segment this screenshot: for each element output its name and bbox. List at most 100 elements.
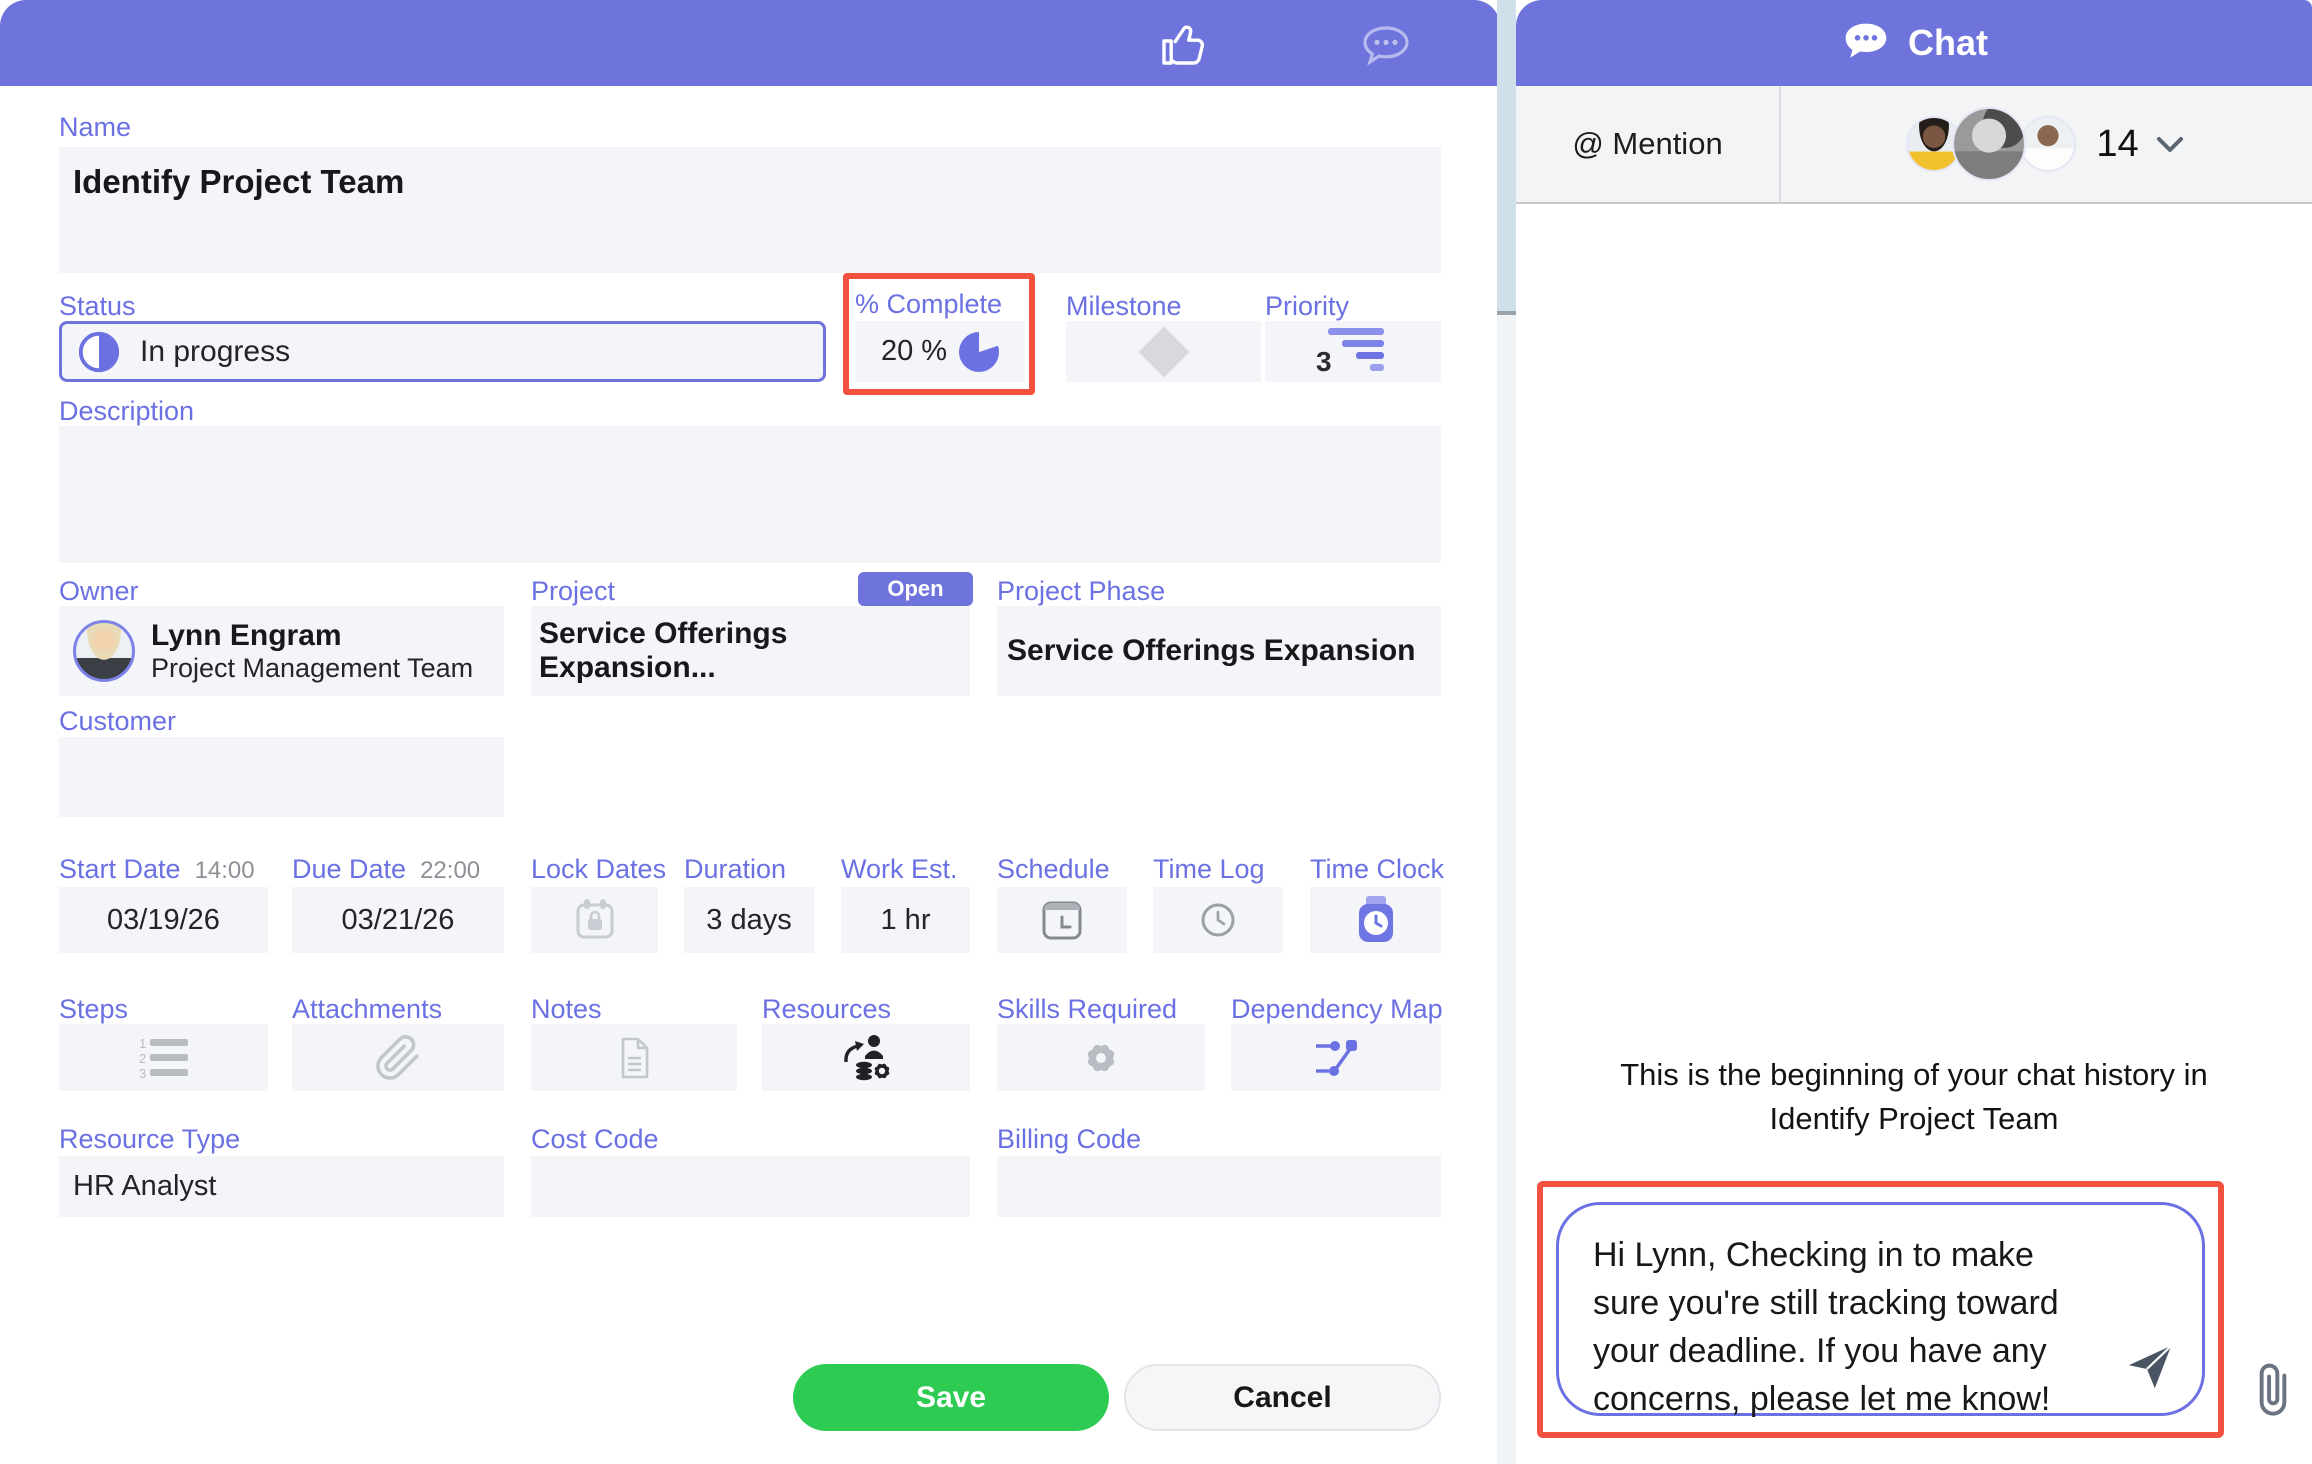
cost-code-field[interactable]: [531, 1156, 970, 1217]
pie-chart-icon: [959, 332, 999, 372]
resources-label: Resources: [762, 994, 891, 1025]
owner-field[interactable]: Lynn Engram Project Management Team: [59, 606, 504, 696]
chat-history-intro-line2: Identify Project Team: [1516, 1097, 2312, 1141]
duration-value: 3 days: [706, 904, 791, 937]
chat-panel-header: Chat: [1516, 0, 2312, 86]
customer-label: Customer: [59, 706, 176, 737]
chat-history-intro-line1: This is the beginning of your chat histo…: [1516, 1053, 2312, 1097]
punch-clock-icon: [1350, 894, 1402, 946]
attach-file-icon[interactable]: [2248, 1358, 2298, 1424]
resource-type-label: Resource Type: [59, 1124, 240, 1155]
notes-label: Notes: [531, 994, 602, 1025]
status-value: In progress: [140, 335, 290, 369]
owner-name: Lynn Engram: [151, 619, 473, 653]
chevron-down-icon: [2153, 132, 2187, 156]
project-value: Service Offerings Expansion...: [539, 617, 970, 685]
resource-type-value: HR Analyst: [73, 1170, 216, 1203]
resources-icon: [838, 1032, 894, 1084]
milestone-field[interactable]: [1066, 321, 1261, 382]
schedule-calendar-icon: [1037, 895, 1087, 945]
chat-panel: Chat @ Mention 14 This is the beginning …: [1516, 0, 2312, 1464]
status-field[interactable]: In progress: [59, 321, 826, 382]
numbered-list-icon: 1 2 3: [133, 1034, 195, 1082]
attachments-field[interactable]: [292, 1024, 504, 1091]
message-input[interactable]: Hi Lynn, Checking in to make sure you're…: [1556, 1202, 2205, 1416]
status-half-circle-icon: [76, 329, 122, 375]
due-date-value: 03/21/26: [342, 904, 455, 937]
priority-value: 3: [1316, 346, 1332, 378]
time-log-label: Time Log: [1153, 854, 1265, 885]
project-phase-field[interactable]: Service Offerings Expansion: [997, 606, 1441, 696]
billing-code-field[interactable]: [997, 1156, 1441, 1217]
participant-avatar-2: [1952, 107, 2026, 181]
steps-label: Steps: [59, 994, 128, 1025]
project-status-badge: Open: [858, 572, 973, 606]
project-phase-value: Service Offerings Expansion: [1007, 634, 1415, 668]
mention-button[interactable]: @ Mention: [1516, 86, 1781, 202]
panel-scrollbar[interactable]: [1497, 0, 1516, 1464]
customer-field[interactable]: [59, 737, 504, 817]
lock-dates-label: Lock Dates: [531, 854, 666, 885]
duration-label: Duration: [684, 854, 786, 885]
duration-field[interactable]: 3 days: [684, 887, 814, 953]
chat-bubble-icon: [1840, 19, 1892, 67]
percent-complete-label: % Complete: [855, 289, 1002, 320]
time-log-field[interactable]: [1153, 887, 1283, 953]
chat-title: Chat: [1908, 22, 1988, 64]
lock-dates-field[interactable]: [531, 887, 658, 953]
due-date-time: 22:00: [420, 857, 480, 884]
start-date-value: 03/19/26: [107, 904, 220, 937]
schedule-field[interactable]: [997, 887, 1127, 953]
start-date-label: Start Date14:00: [59, 854, 255, 885]
message-draft-text: Hi Lynn, Checking in to make sure you're…: [1593, 1236, 2059, 1418]
owner-label: Owner: [59, 576, 139, 607]
skills-required-label: Skills Required: [997, 994, 1177, 1025]
work-est-field[interactable]: 1 hr: [841, 887, 970, 953]
gear-icon: [1077, 1034, 1125, 1082]
task-panel-header: [0, 0, 1500, 86]
due-date-field[interactable]: 03/21/26: [292, 887, 504, 953]
percent-complete-value: 20 %: [881, 335, 947, 368]
milestone-diamond-icon: [1138, 326, 1189, 377]
dependency-map-icon-field[interactable]: [1231, 1024, 1441, 1091]
skills-required-field[interactable]: [997, 1024, 1205, 1091]
svg-text:1: 1: [139, 1036, 146, 1051]
svg-text:2: 2: [139, 1051, 146, 1066]
percent-complete-field[interactable]: 20 %: [855, 321, 1025, 382]
status-label: Status: [59, 291, 136, 322]
steps-field[interactable]: 1 2 3: [59, 1024, 268, 1091]
project-phase-label: Project Phase: [997, 576, 1165, 607]
cancel-button[interactable]: Cancel: [1124, 1364, 1441, 1431]
schedule-label: Schedule: [997, 854, 1110, 885]
name-value: Identify Project Team: [73, 163, 404, 201]
cost-code-label: Cost Code: [531, 1124, 659, 1155]
participants-button[interactable]: 14: [1781, 86, 2312, 202]
message-input-highlight: Hi Lynn, Checking in to make sure you're…: [1537, 1181, 2224, 1438]
owner-avatar: [73, 620, 135, 682]
participant-avatar-3: [2020, 116, 2076, 172]
notes-field[interactable]: [531, 1024, 737, 1091]
save-button[interactable]: Save: [793, 1364, 1109, 1431]
resources-field[interactable]: [762, 1024, 970, 1091]
start-date-field[interactable]: 03/19/26: [59, 887, 268, 953]
attachments-label: Attachments: [292, 994, 442, 1025]
project-field[interactable]: Service Offerings Expansion...: [531, 606, 970, 696]
send-icon[interactable]: [2124, 1341, 2176, 1393]
work-est-label: Work Est.: [841, 854, 958, 885]
time-clock-field[interactable]: [1310, 887, 1441, 953]
lock-calendar-icon: [570, 895, 620, 945]
time-clock-label: Time Clock: [1310, 854, 1444, 885]
thumbs-up-icon[interactable]: [1158, 22, 1210, 66]
priority-label: Priority: [1265, 291, 1349, 322]
due-date-label: Due Date22:00: [292, 854, 480, 885]
document-icon: [610, 1034, 658, 1082]
scrollbar-thumb[interactable]: [1497, 0, 1516, 315]
priority-field[interactable]: 3: [1265, 321, 1441, 382]
dependency-map-label: Dependency Map: [1231, 994, 1443, 1025]
resource-type-field[interactable]: HR Analyst: [59, 1156, 504, 1217]
description-field[interactable]: [59, 426, 1441, 563]
participants-count: 14: [2096, 123, 2138, 166]
project-label: Project: [531, 576, 615, 607]
name-field[interactable]: Identify Project Team: [59, 147, 1441, 273]
comment-icon[interactable]: [1358, 22, 1410, 66]
